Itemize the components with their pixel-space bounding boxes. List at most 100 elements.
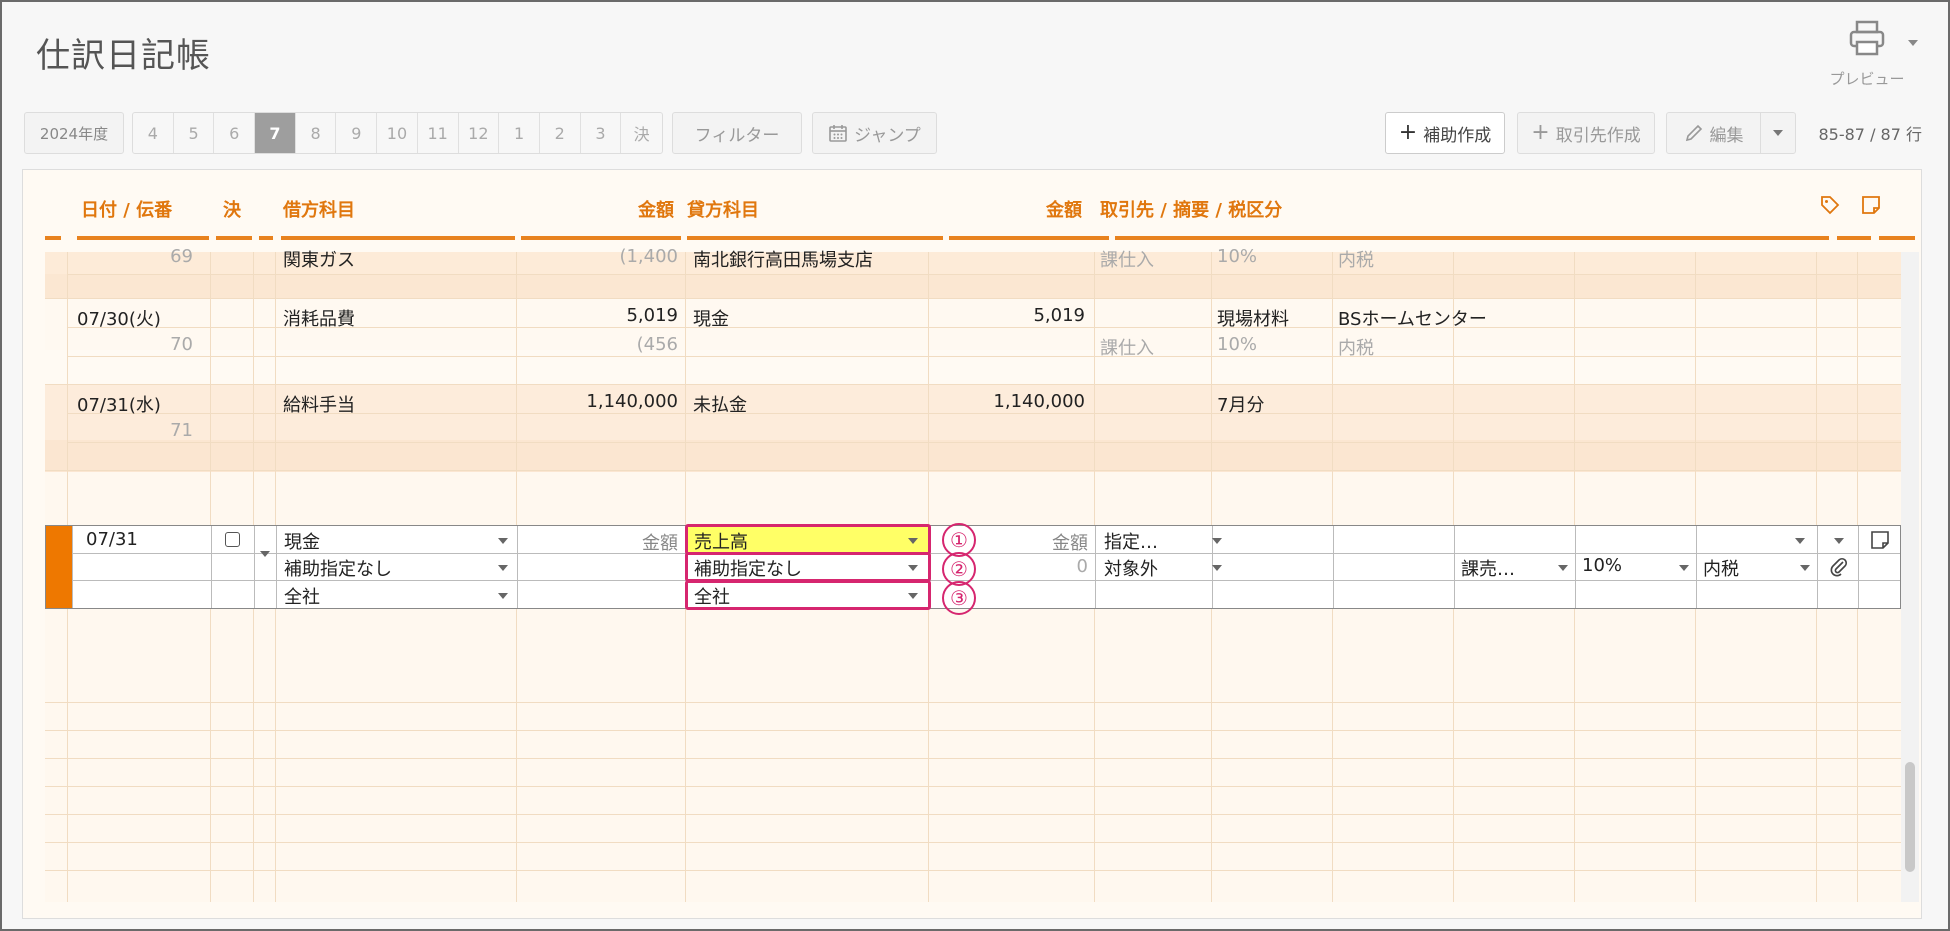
grid-line bbox=[45, 870, 1901, 871]
grid-line bbox=[45, 786, 1901, 787]
credit-amount-input[interactable]: 金額 bbox=[996, 529, 1088, 555]
tax-mode: 内税 bbox=[1338, 250, 1374, 271]
month-selector: 4 5 6 7 8 9 10 11 12 1 2 3 決 bbox=[132, 112, 663, 154]
month-tab-6[interactable]: 6 bbox=[214, 113, 256, 153]
tag-icon[interactable] bbox=[1819, 194, 1841, 216]
chevron-down-icon[interactable] bbox=[1800, 565, 1810, 571]
month-tab-10[interactable]: 10 bbox=[377, 113, 418, 153]
filter-button[interactable]: フィルター bbox=[672, 112, 802, 154]
credit-amount[interactable]: 5,019 bbox=[935, 305, 1085, 326]
debit-amount[interactable]: 1,140,000 bbox=[525, 391, 678, 412]
debit-account[interactable]: 関東ガス bbox=[283, 246, 355, 272]
month-tab-8[interactable]: 8 bbox=[296, 113, 337, 153]
tax-category: 課仕入 bbox=[1100, 338, 1154, 359]
row-menu-caret-icon[interactable] bbox=[260, 551, 270, 557]
tax-target-select[interactable]: 対象外 bbox=[1104, 555, 1158, 581]
tax-mode-select[interactable]: 内税 bbox=[1703, 555, 1739, 581]
grid-line bbox=[45, 814, 1901, 815]
row-count: 85-87 / 87 行 bbox=[1818, 125, 1922, 144]
date-input[interactable]: 07/31 bbox=[86, 529, 138, 550]
month-tab-3[interactable]: 3 bbox=[581, 113, 622, 153]
column-header-partner-summary-tax[interactable]: 取引先 / 摘要 / 税区分 bbox=[1100, 196, 1282, 222]
callout-box bbox=[685, 524, 931, 555]
grid-line bbox=[45, 730, 1901, 731]
debit-account-select[interactable]: 現金 bbox=[284, 528, 320, 554]
scrollbar-thumb[interactable] bbox=[1905, 762, 1915, 872]
header-underline bbox=[949, 236, 1109, 240]
credit-account[interactable]: 未払金 bbox=[693, 391, 747, 417]
month-tab-9[interactable]: 9 bbox=[336, 113, 378, 153]
credit-amount[interactable]: 1,140,000 bbox=[935, 391, 1085, 412]
credit-account[interactable]: 現金 bbox=[693, 305, 729, 331]
chevron-down-icon[interactable] bbox=[1679, 565, 1689, 571]
vertical-scrollbar[interactable] bbox=[1901, 252, 1919, 902]
entry-date[interactable]: 07/31(水) bbox=[77, 391, 161, 417]
preview-button[interactable]: プレビュー bbox=[1812, 16, 1922, 92]
jump-button[interactable]: ジャンプ bbox=[812, 112, 937, 154]
edit-button[interactable]: 編集 bbox=[1666, 112, 1761, 154]
debit-account[interactable]: 消耗品費 bbox=[283, 305, 355, 331]
header-underline bbox=[687, 236, 943, 240]
edit-label: 編集 bbox=[1709, 125, 1744, 146]
partner-select[interactable]: 指定… bbox=[1104, 528, 1158, 554]
edit-menu-button[interactable] bbox=[1760, 112, 1796, 154]
settlement-checkbox[interactable] bbox=[225, 532, 240, 547]
grid-line bbox=[45, 384, 1901, 385]
month-tab-2[interactable]: 2 bbox=[540, 113, 581, 153]
debit-amount[interactable]: 5,019 bbox=[525, 305, 678, 326]
preview-label: プレビュー bbox=[1829, 70, 1905, 88]
preview-menu-caret-icon[interactable] bbox=[1908, 40, 1918, 46]
plus-icon: + bbox=[1398, 120, 1418, 145]
chevron-down-icon[interactable] bbox=[1212, 565, 1222, 571]
header-underline bbox=[216, 236, 252, 240]
grid-line bbox=[72, 526, 73, 608]
chevron-down-icon[interactable] bbox=[498, 593, 508, 599]
month-tab-12[interactable]: 12 bbox=[459, 113, 500, 153]
month-tab-11[interactable]: 11 bbox=[418, 113, 459, 153]
column-header-debit-amount[interactable]: 金額 bbox=[638, 196, 674, 222]
row-band bbox=[45, 440, 1901, 472]
slip-number: 69 bbox=[170, 246, 193, 267]
tax-rate-select[interactable]: 10% bbox=[1582, 555, 1622, 576]
memo-icon[interactable] bbox=[1860, 194, 1882, 216]
header-underline bbox=[45, 236, 61, 240]
month-tab-settlement[interactable]: 決 bbox=[621, 113, 662, 153]
partner[interactable]: BSホームセンター bbox=[1338, 305, 1487, 331]
grid-line bbox=[67, 274, 1901, 275]
tag-menu-caret-icon[interactable] bbox=[1834, 538, 1844, 544]
credit-account[interactable]: 南北銀行高田馬場支店 bbox=[693, 246, 873, 272]
column-header-credit-amount[interactable]: 金額 bbox=[1046, 196, 1082, 222]
month-tab-1[interactable]: 1 bbox=[499, 113, 540, 153]
column-header-debit-account[interactable]: 借方科目 bbox=[283, 196, 355, 222]
paperclip-icon[interactable] bbox=[1828, 556, 1850, 578]
summary-input[interactable] bbox=[1218, 527, 1814, 552]
tax-mode: 内税 bbox=[1338, 338, 1374, 359]
chevron-down-icon[interactable] bbox=[1795, 538, 1805, 544]
debit-sub-account-select[interactable]: 補助指定なし bbox=[284, 555, 392, 581]
pencil-icon bbox=[1685, 124, 1702, 142]
month-tab-7[interactable]: 7 bbox=[255, 113, 296, 153]
summary[interactable]: 現場材料 bbox=[1217, 305, 1289, 331]
chevron-down-icon[interactable] bbox=[498, 565, 508, 571]
tax-category-select[interactable]: 課売… bbox=[1461, 555, 1515, 581]
fiscal-year-button[interactable]: 2024年度 bbox=[24, 112, 124, 154]
memo-icon[interactable] bbox=[1869, 529, 1891, 551]
column-header-date[interactable]: 日付 / 伝番 bbox=[81, 196, 172, 222]
month-tab-4[interactable]: 4 bbox=[133, 113, 174, 153]
create-auxiliary-button[interactable]: + 補助作成 bbox=[1385, 112, 1505, 154]
entry-date[interactable]: 07/30(火) bbox=[77, 305, 161, 331]
debit-account[interactable]: 給料手当 bbox=[283, 391, 355, 417]
chevron-down-icon[interactable] bbox=[498, 538, 508, 544]
chevron-down-icon[interactable] bbox=[1558, 565, 1568, 571]
summary[interactable]: 7月分 bbox=[1217, 391, 1264, 417]
debit-department-select[interactable]: 全社 bbox=[284, 583, 320, 609]
create-auxiliary-label: 補助作成 bbox=[1423, 125, 1492, 146]
month-tab-5[interactable]: 5 bbox=[174, 113, 215, 153]
column-header-settle[interactable]: 決 bbox=[223, 196, 241, 222]
slip-number: 71 bbox=[170, 420, 193, 441]
create-partner-button[interactable]: + 取引先作成 bbox=[1517, 112, 1655, 154]
active-row-marker bbox=[46, 526, 72, 608]
debit-amount-input[interactable]: 金額 bbox=[526, 529, 678, 555]
header-underline bbox=[259, 236, 273, 240]
column-header-credit-account[interactable]: 貸方科目 bbox=[687, 196, 759, 222]
